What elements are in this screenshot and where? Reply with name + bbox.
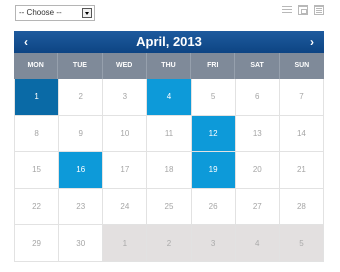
day-cell[interactable]: 12 bbox=[191, 115, 236, 153]
weekday-tue: TUE bbox=[58, 53, 103, 79]
weekday-thu: THU bbox=[147, 53, 192, 79]
day-cell[interactable]: 6 bbox=[235, 79, 280, 116]
weekday-sun: SUN bbox=[294, 62, 310, 69]
weekday-row: MON TUE WED THU FRI SAT SUN bbox=[14, 53, 324, 79]
calendar: ‹ April, 2013 › MON TUE WED THU FRI SAT SUN 12… bbox=[14, 31, 324, 262]
day-cell[interactable]: 8 bbox=[15, 115, 60, 153]
day-cell[interactable]: 20 bbox=[235, 152, 280, 189]
day-cell[interactable]: 28 bbox=[279, 188, 324, 226]
day-cell[interactable]: 26 bbox=[191, 188, 236, 226]
day-cell-next-month[interactable]: 5 bbox=[279, 225, 324, 262]
day-cell[interactable]: 10 bbox=[103, 115, 148, 153]
day-cell[interactable]: 24 bbox=[103, 188, 148, 226]
day-cell[interactable]: 14 bbox=[279, 115, 324, 153]
category-select-value: -- Choose -- bbox=[19, 8, 62, 17]
day-cell[interactable]: 5 bbox=[191, 79, 236, 116]
day-cell[interactable]: 17 bbox=[103, 152, 148, 189]
day-cell[interactable]: 25 bbox=[147, 188, 192, 226]
day-cell[interactable]: 7 bbox=[279, 79, 324, 116]
month-view-icon[interactable] bbox=[314, 5, 324, 15]
day-cell-next-month[interactable]: 4 bbox=[235, 225, 280, 262]
day-cell[interactable]: 3 bbox=[103, 79, 148, 116]
category-select[interactable]: -- Choose -- bbox=[15, 5, 95, 21]
next-month-button[interactable]: › bbox=[302, 31, 322, 53]
day-cell[interactable]: 2 bbox=[59, 79, 104, 116]
day-cell-next-month[interactable]: 3 bbox=[191, 225, 236, 262]
chevron-down-icon[interactable] bbox=[82, 8, 92, 18]
day-cell[interactable]: 4 bbox=[147, 79, 192, 116]
day-cell[interactable]: 21 bbox=[279, 152, 324, 189]
day-cell[interactable]: 9 bbox=[59, 115, 104, 153]
day-cell[interactable]: 19 bbox=[191, 152, 236, 189]
month-title: April, 2013 bbox=[136, 34, 202, 49]
day-cell[interactable]: 15 bbox=[15, 152, 60, 189]
prev-month-button[interactable]: ‹ bbox=[16, 31, 36, 53]
day-cell[interactable]: 16 bbox=[59, 152, 104, 189]
list-view-icon[interactable] bbox=[282, 5, 292, 15]
day-cell[interactable]: 18 bbox=[147, 152, 192, 189]
day-cell[interactable]: 22 bbox=[15, 188, 60, 226]
day-cell[interactable]: 29 bbox=[15, 225, 60, 262]
week-view-icon[interactable] bbox=[298, 5, 308, 15]
day-grid: 1 2 3 4 5 6 7 8 9 10 11 12 13 14 15 16 17 18 19 20 21 22 23 24 2… bbox=[14, 79, 324, 262]
day-cell[interactable]: 30 bbox=[59, 225, 104, 262]
calendar-header: ‹ April, 2013 › bbox=[14, 31, 324, 53]
weekday-sat: SAT bbox=[235, 53, 280, 79]
day-cell[interactable]: 23 bbox=[59, 188, 104, 226]
view-switcher bbox=[282, 5, 324, 15]
day-cell[interactable]: 27 bbox=[235, 188, 280, 226]
weekday-wed: WED bbox=[103, 53, 147, 79]
day-cell[interactable]: 1 bbox=[15, 79, 60, 116]
weekday-mon: MON bbox=[14, 53, 59, 79]
day-cell-next-month[interactable]: 2 bbox=[147, 225, 192, 262]
day-cell[interactable]: 13 bbox=[235, 115, 280, 153]
day-cell-next-month[interactable]: 1 bbox=[103, 225, 148, 262]
weekday-fri: FRI bbox=[191, 53, 236, 79]
day-cell[interactable]: 11 bbox=[147, 115, 192, 153]
